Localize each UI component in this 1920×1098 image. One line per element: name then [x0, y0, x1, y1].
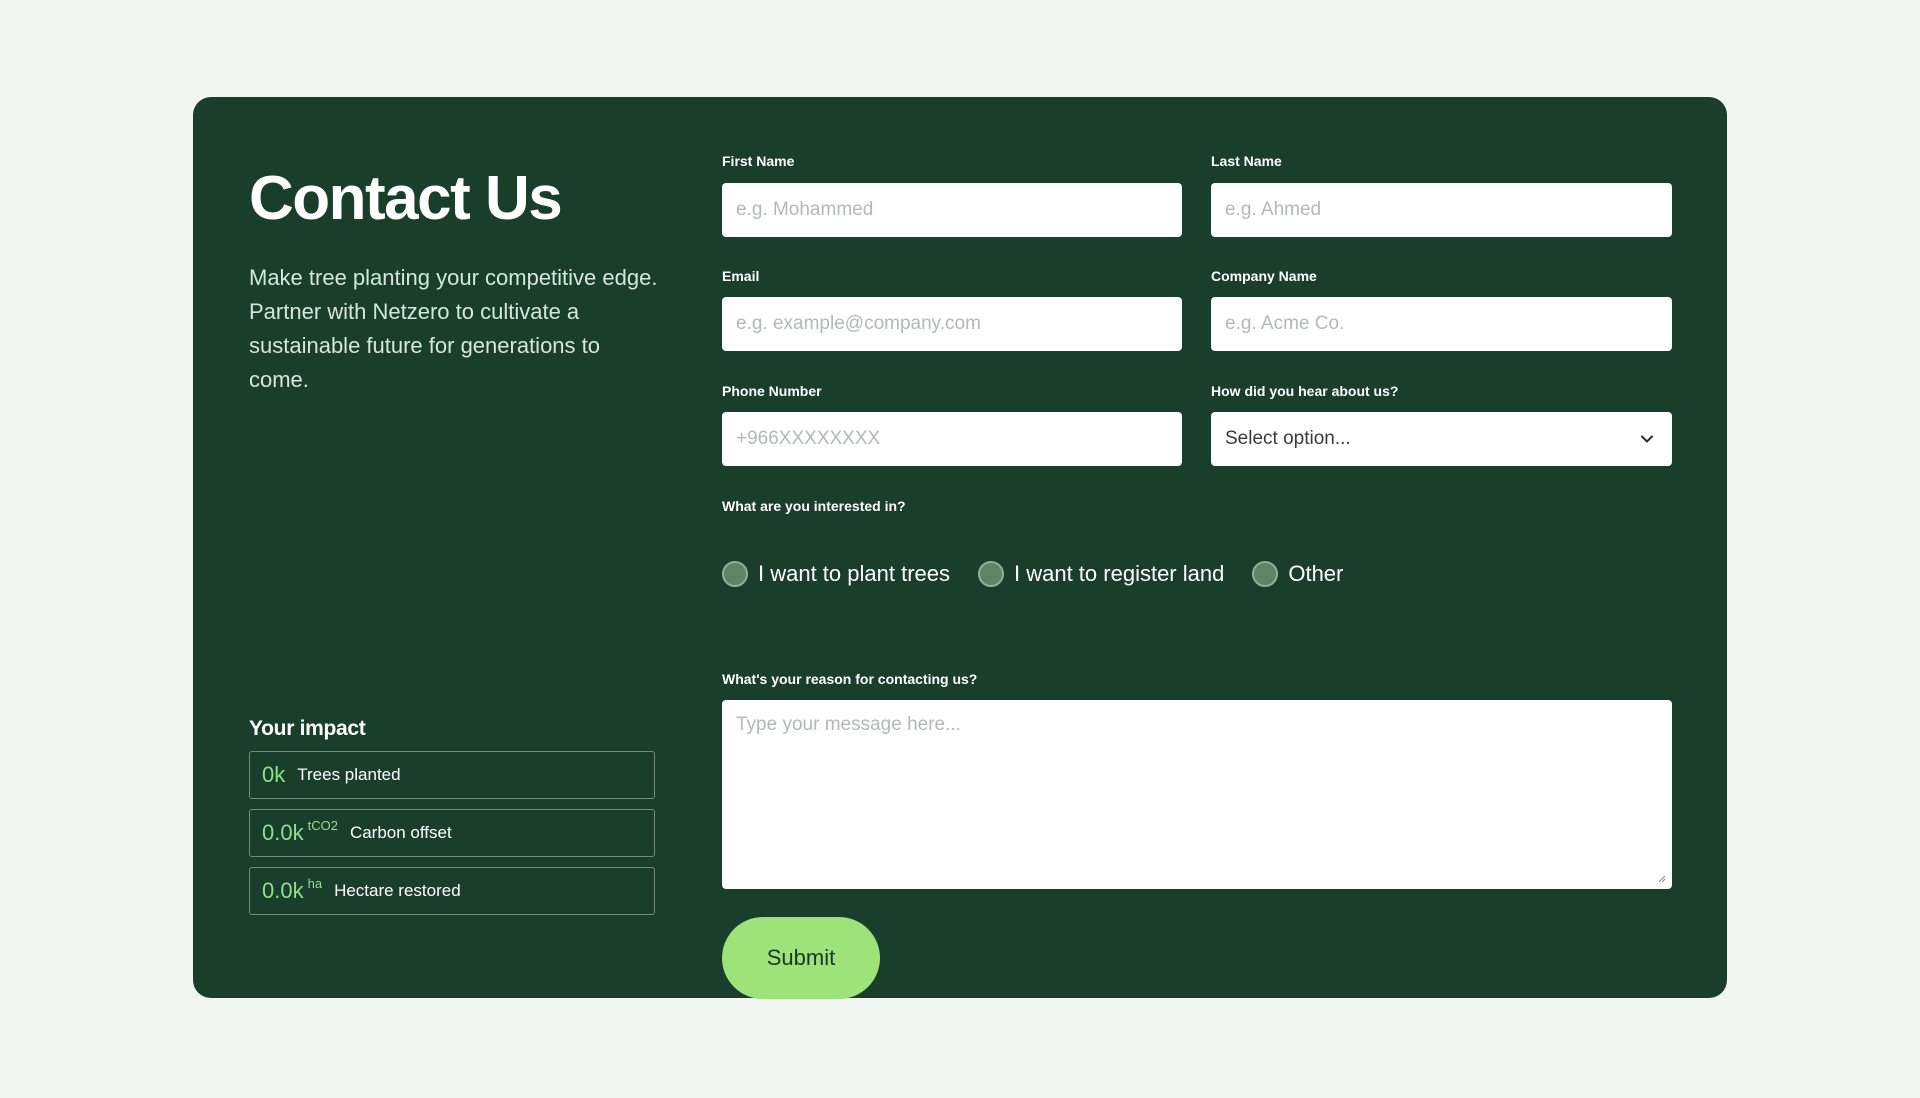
- interest-label: What are you interested in?: [722, 498, 906, 514]
- last-name-label: Last Name: [1211, 153, 1282, 169]
- hero-panel: Contact Us Make tree planting your compe…: [249, 163, 659, 943]
- impact-title: Your impact: [249, 717, 366, 740]
- radio-other[interactable]: [1252, 561, 1279, 587]
- stat-carbon-offset: 0.0k tCO2 Carbon offset: [249, 809, 655, 857]
- hero-description: Make tree planting your competitive edge…: [249, 265, 658, 392]
- first-name-label: First Name: [722, 153, 795, 169]
- phone-field[interactable]: +966XXXXXXXX: [722, 412, 1182, 466]
- radio-label-other[interactable]: Other: [1288, 561, 1343, 587]
- stat-label: Hectare restored: [334, 881, 461, 900]
- source-label: How did you hear about us?: [1211, 383, 1399, 399]
- email-field[interactable]: e.g. example@company.com: [722, 297, 1182, 351]
- company-name-field[interactable]: e.g. Acme Co.: [1211, 297, 1672, 351]
- phone-label: Phone Number: [722, 383, 822, 399]
- stat-value: 0.0k: [262, 878, 304, 903]
- interest-radio-group: I want to plant trees I want to register…: [722, 561, 1371, 587]
- page-title: Contact Us: [249, 164, 563, 233]
- email-label: Email: [722, 268, 760, 284]
- source-select[interactable]: Select option...: [1211, 412, 1672, 466]
- stat-hectare-restored: 0.0k ha Hectare restored: [249, 867, 655, 915]
- radio-plant-trees[interactable]: [722, 561, 748, 587]
- last-name-field[interactable]: e.g. Ahmed: [1211, 183, 1672, 237]
- radio-label-plant-trees[interactable]: I want to plant trees: [758, 561, 950, 587]
- source-select-value: Select option...: [1225, 428, 1351, 449]
- reason-textarea[interactable]: Type your message here...: [722, 700, 1672, 889]
- stat-unit: tCO2: [307, 817, 338, 833]
- reason-placeholder: Type your message here...: [736, 714, 961, 735]
- submit-button[interactable]: Submit: [722, 917, 880, 999]
- resize-handle-icon[interactable]: [1656, 873, 1666, 883]
- chevron-down-icon: [1641, 435, 1653, 443]
- contact-card: Contact Us Make tree planting your compe…: [193, 97, 1727, 999]
- stat-unit: ha: [307, 875, 323, 891]
- stat-value: 0.0k: [262, 820, 304, 845]
- stat-label: Carbon offset: [349, 823, 452, 842]
- stat-trees-planted: 0k Trees planted: [249, 751, 655, 799]
- radio-register-land[interactable]: [978, 561, 1004, 587]
- stat-label: Trees planted: [297, 765, 401, 784]
- company-name-label: Company Name: [1211, 268, 1317, 284]
- radio-label-register-land[interactable]: I want to register land: [1014, 561, 1224, 587]
- stat-value: 0k: [262, 762, 286, 787]
- impact-panel: Your impact 0k Trees planted 0.0k tCO2 C…: [249, 717, 655, 915]
- first-name-field[interactable]: e.g. Mohammed: [722, 183, 1182, 237]
- reason-label: What's your reason for contacting us?: [722, 671, 978, 687]
